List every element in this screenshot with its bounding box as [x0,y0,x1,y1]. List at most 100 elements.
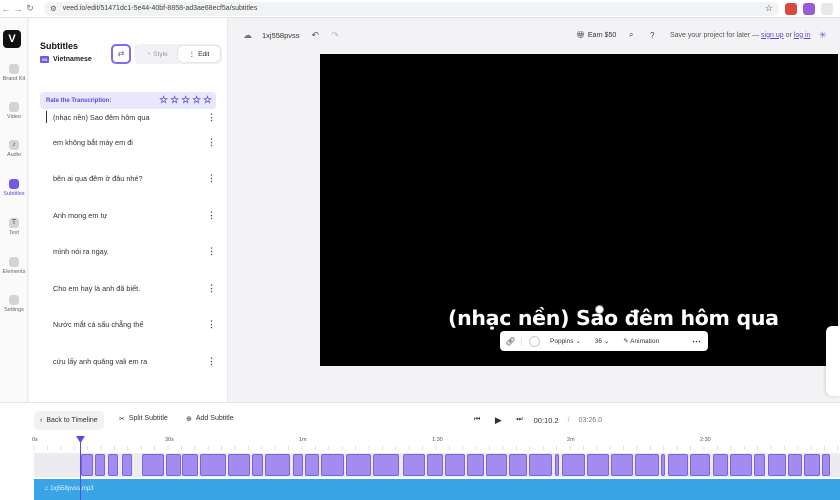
rail-item-text[interactable]: T Text [0,218,28,236]
more-options-icon[interactable]: ⋮ [207,137,216,148]
star-icon[interactable]: ☆ [159,95,168,106]
subtitle-clip[interactable] [555,454,559,476]
subtitle-clip[interactable] [768,454,786,476]
rail-item-subtitles[interactable]: Subtitles [0,179,28,197]
subtitle-clip[interactable] [661,454,665,476]
timeline-ruler[interactable]: 0s 30s 1m 1:30 2m 2:30 [0,436,840,450]
subtitle-clip[interactable] [754,454,765,476]
swap-button[interactable]: ⇄ [111,44,131,64]
earn-button[interactable]: 🎁︎ Earn $50 [576,31,616,40]
rail-item-brand-kit[interactable]: Brand Kit [0,64,28,82]
link-icon[interactable]: 🔗︎ [500,336,522,346]
caption-overlay[interactable]: (nhạc nền) Sao đêm hôm qua [448,306,779,330]
back-arrow-icon[interactable]: ← [0,4,12,14]
subtitle-clip[interactable] [587,454,609,476]
subtitle-clip[interactable] [166,454,181,476]
subtitle-row[interactable]: mình nói ra ngay. ⋮ [40,234,220,271]
playhead[interactable] [80,438,81,500]
skip-back-icon[interactable]: ⏮︎ [474,416,480,424]
subtitle-clip[interactable] [321,454,344,476]
rail-item-elements[interactable]: Elements [0,257,28,275]
extension-icon[interactable] [785,2,797,15]
forward-arrow-icon[interactable]: → [12,4,24,14]
more-options-icon[interactable]: ⋮ [207,319,216,330]
tab-edit[interactable]: ⋮ Edit [178,46,220,62]
back-to-timeline-button[interactable]: ‹ Back to Timeline [34,411,104,430]
subtitle-clip[interactable] [305,454,319,476]
star-icon[interactable]: ☆ [192,95,201,106]
subtitle-clip[interactable] [804,454,820,476]
subtitle-clip[interactable] [486,454,507,476]
subtitle-clip[interactable] [730,454,752,476]
skip-forward-icon[interactable]: ⏭︎ [516,416,522,424]
sparkle-icon[interactable]: ✳ [819,30,827,41]
color-swatch[interactable] [529,335,540,347]
subtitle-clip[interactable] [822,454,830,476]
subtitle-clip[interactable] [142,454,164,476]
audio-track[interactable] [34,479,840,500]
subtitle-clip[interactable] [293,454,303,476]
subtitle-clip[interactable] [529,454,552,476]
extension-icon[interactable] [803,2,815,15]
subtitle-clip[interactable] [346,454,371,476]
subtitle-clip[interactable] [668,454,688,476]
subtitle-text[interactable]: bên ai qua đêm ở đâu nhé? [53,174,143,183]
veed-logo[interactable]: V [3,30,21,48]
side-panel-edge[interactable] [826,326,840,396]
more-options-icon[interactable]: ⋮ [207,210,216,221]
subtitle-clip[interactable] [108,454,118,476]
subtitle-row[interactable]: em không bắt máy em đi ⋮ [40,124,220,161]
rail-item-video[interactable]: Video [0,102,28,120]
subtitle-clip[interactable] [252,454,263,476]
more-options-icon[interactable]: ⋮ [207,246,216,257]
subtitle-clip[interactable] [562,454,585,476]
tab-style[interactable]: ◔ Style [136,46,178,62]
rail-item-settings[interactable]: Settings [0,295,28,313]
subtitle-text[interactable]: Cho em hay là anh đã biết. [53,284,140,293]
subtitle-clip[interactable] [373,454,399,476]
undo-icon[interactable]: ↶ [312,30,320,41]
play-button[interactable]: ▶ [489,411,508,429]
subtitle-clip[interactable] [182,454,198,476]
font-size-dropdown[interactable]: 36 ⌄ [595,337,610,345]
subtitle-text[interactable]: (nhạc nền) Sao đêm hôm qua [53,113,150,122]
profile-icon[interactable] [821,2,833,15]
subtitle-clip[interactable] [509,454,527,476]
subtitle-row[interactable]: Cho em hay là anh đã biết. ⋮ [40,270,220,307]
animation-button[interactable]: ✎ Animation [623,337,659,345]
star-icon[interactable]: ☆ [203,95,212,106]
subtitle-clip[interactable] [122,454,132,476]
font-dropdown[interactable]: Poppins ⌄ [550,337,581,345]
more-options-icon[interactable]: ⋮ [207,112,216,123]
more-options-icon[interactable]: ⋮ [207,356,216,367]
subtitle-row[interactable]: cứu lấy anh quăng vali em ra ⋮ [40,343,220,380]
rotate-handle[interactable] [595,305,604,314]
subtitle-text[interactable]: Anh mong em tự [53,211,107,220]
log-in-link[interactable]: log in [794,32,811,39]
subtitle-clip[interactable] [713,454,728,476]
more-options-icon[interactable]: ⋮ [207,173,216,184]
subtitle-clip[interactable] [265,454,290,476]
subtitle-clip[interactable] [445,454,465,476]
subtitle-clip[interactable] [81,454,93,476]
project-name[interactable]: 1xj558pvss [262,31,300,40]
subtitle-row[interactable]: (nhạc nền) Sao đêm hôm qua ⋮ [40,110,220,124]
reload-icon[interactable]: ↻ [24,3,36,14]
more-options-icon[interactable]: ⋯ [692,336,701,347]
subtitle-clip[interactable] [611,454,633,476]
language-selector[interactable]: VN Vietnamese [40,56,92,63]
subtitle-text[interactable]: cứu lấy anh quăng vali em ra [53,357,147,366]
subtitle-clip[interactable] [403,454,425,476]
more-options-icon[interactable]: ⋮ [207,283,216,294]
star-icon[interactable]: ☆ [181,95,190,106]
subtitle-text[interactable]: mình nói ra ngay. [53,247,109,256]
subtitle-row[interactable]: bên ai qua đêm ở đâu nhé? ⋮ [40,161,220,198]
subtitle-clip[interactable] [200,454,226,476]
subtitle-row[interactable]: Anh mong em tự ⋮ [40,197,220,234]
subtitle-row[interactable]: Nước mắt cá sấu chẳng thể ⋮ [40,307,220,344]
address-bar[interactable]: ⚙ veed.io/edit/51471dc1-5e44-40bf-8858-a… [44,1,779,16]
help-icon[interactable]: ? [650,31,654,40]
subtitle-clip[interactable] [228,454,250,476]
site-info-icon[interactable]: ⚙ [50,4,57,13]
add-subtitle-button[interactable]: ⊕ Add Subtitle [186,415,234,423]
